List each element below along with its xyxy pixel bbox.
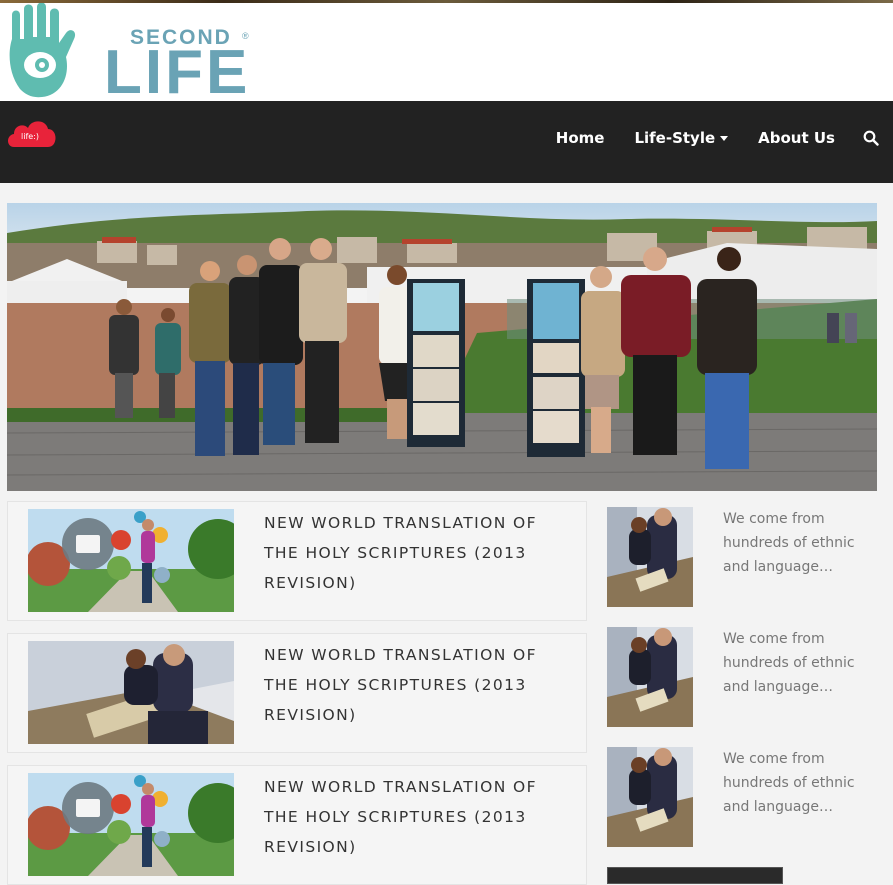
hero-image[interactable] — [7, 203, 877, 491]
post-title[interactable]: NEW WORLD TRANSLATION OF THE HOLY SCRIPT… — [264, 508, 564, 598]
logo-text-life: LIFE — [104, 38, 250, 101]
hand-eye-icon — [9, 3, 75, 98]
caret-down-icon — [720, 135, 729, 141]
sidebar-excerpt: We come from hundreds of ethnic and lang… — [723, 511, 855, 575]
post-thumbnail[interactable] — [28, 509, 234, 612]
sidebar-excerpt: We come from hundreds of ethnic and lang… — [723, 751, 855, 815]
nav-about-us[interactable]: About Us — [758, 129, 835, 147]
sidebar-post[interactable]: We come from hundreds of ethnic and lang… — [607, 507, 887, 607]
nav-home[interactable]: Home — [556, 129, 605, 147]
second-life-logo[interactable]: SECOND ® LIFE — [6, 3, 256, 101]
search-icon[interactable] — [863, 130, 879, 146]
post-title[interactable]: NEW WORLD TRANSLATION OF THE HOLY SCRIPT… — [264, 772, 564, 862]
sidebar-thumbnail[interactable] — [607, 747, 693, 847]
post-card[interactable]: NEW WORLD TRANSLATION OF THE HOLY SCRIPT… — [7, 765, 587, 885]
post-card[interactable]: NEW WORLD TRANSLATION OF THE HOLY SCRIPT… — [7, 633, 587, 753]
main-navbar: life:) Home Life-Style About Us — [0, 101, 893, 183]
post-title[interactable]: NEW WORLD TRANSLATION OF THE HOLY SCRIPT… — [264, 640, 564, 730]
sidebar-post[interactable]: We come from hundreds of ethnic and lang… — [607, 627, 887, 727]
logo-header: SECOND ® LIFE — [0, 3, 893, 101]
sidebar-thumbnail[interactable] — [607, 507, 693, 607]
sidebar-excerpt: We come from hundreds of ethnic and lang… — [723, 631, 855, 695]
nav-life-style[interactable]: Life-Style — [634, 129, 729, 147]
life-cloud-logo[interactable]: life:) — [6, 115, 58, 153]
sidebar-thumbnail[interactable] — [607, 627, 693, 727]
post-thumbnail[interactable] — [28, 641, 234, 744]
svg-text:life:): life:) — [21, 132, 39, 141]
post-card[interactable]: NEW WORLD TRANSLATION OF THE HOLY SCRIPT… — [7, 501, 587, 621]
nav-menu: Home Life-Style About Us — [526, 129, 879, 147]
sidebar-next-thumbnail[interactable] — [607, 867, 783, 884]
post-thumbnail[interactable] — [28, 773, 234, 876]
sidebar-post[interactable]: We come from hundreds of ethnic and lang… — [607, 747, 887, 847]
